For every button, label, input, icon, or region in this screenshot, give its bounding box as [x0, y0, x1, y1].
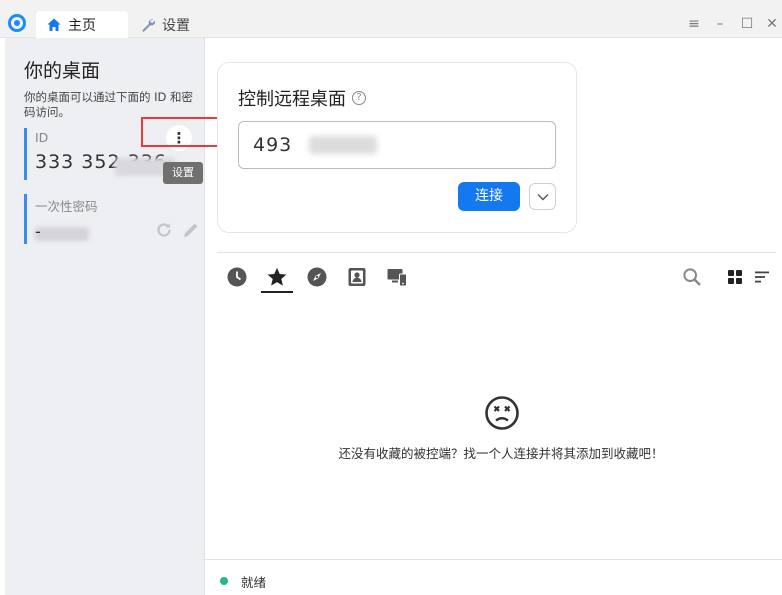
tab-settings-label: 设置 — [162, 17, 190, 34]
lan-devices-icon[interactable] — [386, 266, 408, 288]
edit-pencil-icon[interactable] — [181, 220, 201, 240]
close-icon[interactable]: ✕ — [762, 14, 782, 34]
status-dot-icon — [220, 577, 228, 585]
menu-icon[interactable]: ≡ — [684, 14, 704, 34]
control-remote-card: 控制远程桌面 ? 493 连接 — [217, 62, 577, 233]
password-value: - — [35, 222, 41, 241]
remote-id-input[interactable]: 493 — [238, 121, 556, 169]
maximize-icon[interactable]: ☐ — [737, 14, 757, 34]
tab-home[interactable]: 主页 — [36, 11, 128, 38]
title-bar: 主页 设置 ≡ – ☐ ✕ — [0, 0, 782, 38]
refresh-icon[interactable] — [154, 220, 174, 240]
password-label: 一次性密码 — [35, 199, 98, 214]
sort-icon[interactable] — [752, 267, 772, 287]
your-desktop-title: 你的桌面 — [24, 60, 101, 82]
connect-button[interactable]: 连接 — [458, 182, 520, 211]
status-text: 就绪 — [241, 575, 267, 590]
remote-id-input-value: 493 — [253, 134, 293, 156]
empty-favorites-message: 还没有收藏的被控端？找一个人连接并将其添加到收藏吧！ — [338, 446, 664, 461]
status-bar: 就绪 — [205, 559, 782, 595]
highlight-box — [141, 117, 220, 147]
minimize-icon[interactable]: – — [710, 14, 730, 34]
history-icon[interactable] — [226, 266, 248, 288]
sad-face-icon — [485, 396, 519, 430]
favorites-star-icon[interactable] — [266, 266, 288, 288]
active-tab-underline — [261, 291, 293, 293]
password-redaction — [35, 227, 89, 241]
tab-home-label: 主页 — [68, 17, 96, 34]
settings-tooltip: 设置 — [163, 162, 203, 184]
password-section: 一次性密码 - — [24, 194, 204, 244]
your-desktop-description: 你的桌面可以通过下面的 ID 和密码访问。 — [24, 90, 194, 119]
section-divider — [217, 252, 776, 253]
chevron-down-icon — [537, 193, 548, 200]
control-remote-title: 控制远程桌面 ? — [238, 85, 366, 111]
address-book-icon[interactable] — [346, 266, 368, 288]
discovered-compass-icon[interactable] — [306, 266, 328, 288]
control-remote-title-text: 控制远程桌面 — [238, 89, 346, 110]
connect-options-button[interactable] — [529, 183, 556, 210]
remote-id-redaction — [309, 136, 377, 154]
app-logo-icon — [8, 14, 26, 32]
grid-view-icon[interactable] — [725, 267, 745, 287]
home-icon — [47, 18, 61, 31]
wrench-icon — [142, 18, 155, 32]
help-icon[interactable]: ? — [352, 91, 366, 105]
search-icon[interactable] — [682, 267, 702, 287]
tab-settings[interactable]: 设置 — [130, 11, 220, 38]
